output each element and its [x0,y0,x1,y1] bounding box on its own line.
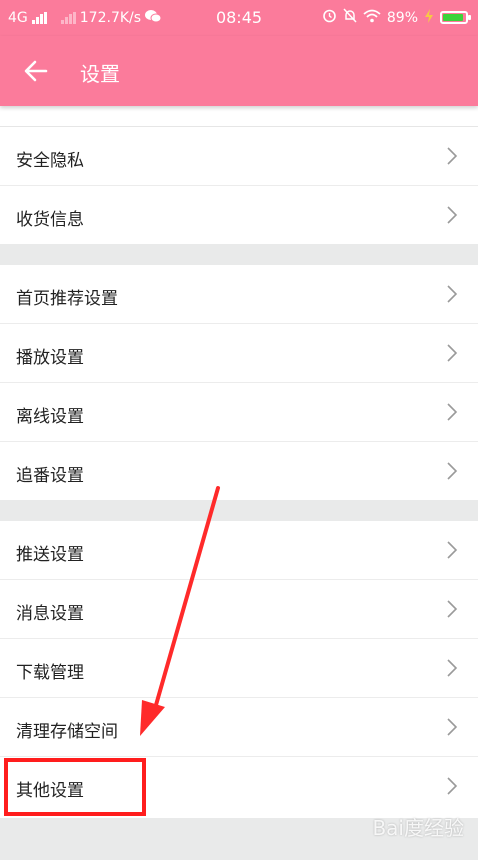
mute-icon [343,8,357,27]
back-button[interactable] [22,57,50,85]
setting-label: 其他设置 [16,781,84,801]
setting-label: 追番设置 [16,466,84,486]
setting-label: 离线设置 [16,407,84,427]
status-right: 89% [322,8,471,27]
setting-label: 安全隐私 [16,151,84,171]
watermark-logo: Bai度经验 [372,816,464,840]
chevron-right-icon [447,344,458,362]
alarm-icon [322,8,337,27]
setting-security-privacy[interactable]: 安全隐私 [0,127,478,186]
setting-label: 消息设置 [16,604,84,624]
battery-percent: 89% [386,9,418,26]
section-divider [0,244,478,265]
setting-shipping-info[interactable]: 收货信息 [0,186,478,244]
chevron-right-icon [447,462,458,480]
chevron-right-icon [447,206,458,224]
setting-label: 推送设置 [16,545,84,565]
settings-list: 安全隐私 收货信息 首页推荐设置 播放设置 离线设置 追番设置 推送设置 消息设… [0,108,478,815]
chevron-right-icon [447,147,458,165]
setting-download-manage[interactable]: 下载管理 [0,639,478,698]
chevron-right-icon [447,403,458,421]
section-divider [0,500,478,521]
app-bar: 设置 [0,36,478,106]
setting-playback[interactable]: 播放设置 [0,324,478,383]
page-title: 设置 [80,62,120,86]
charging-icon [424,8,434,27]
chevron-right-icon [447,285,458,303]
setting-label: 播放设置 [16,348,84,368]
setting-offline[interactable]: 离线设置 [0,383,478,442]
setting-clear-storage[interactable]: 清理存储空间 [0,698,478,757]
chevron-right-icon [447,600,458,618]
setting-push[interactable]: 推送设置 [0,521,478,580]
chevron-right-icon [447,718,458,736]
list-top-gap [0,108,478,127]
setting-label: 下载管理 [16,663,84,683]
setting-messages[interactable]: 消息设置 [0,580,478,639]
wifi-icon [363,9,381,27]
chevron-right-icon [447,659,458,677]
setting-label: 清理存储空间 [16,722,118,742]
chevron-right-icon [447,777,458,795]
setting-home-recommend[interactable]: 首页推荐设置 [0,265,478,324]
setting-other[interactable]: 其他设置 [0,757,478,815]
setting-label: 收货信息 [16,210,84,230]
battery-icon [440,11,471,24]
setting-follow-series[interactable]: 追番设置 [0,442,478,500]
status-bar: 4G 172.7K/s 08:45 89% [0,0,478,36]
arrow-left-icon [24,60,48,82]
setting-label: 首页推荐设置 [16,289,118,309]
chevron-right-icon [447,541,458,559]
